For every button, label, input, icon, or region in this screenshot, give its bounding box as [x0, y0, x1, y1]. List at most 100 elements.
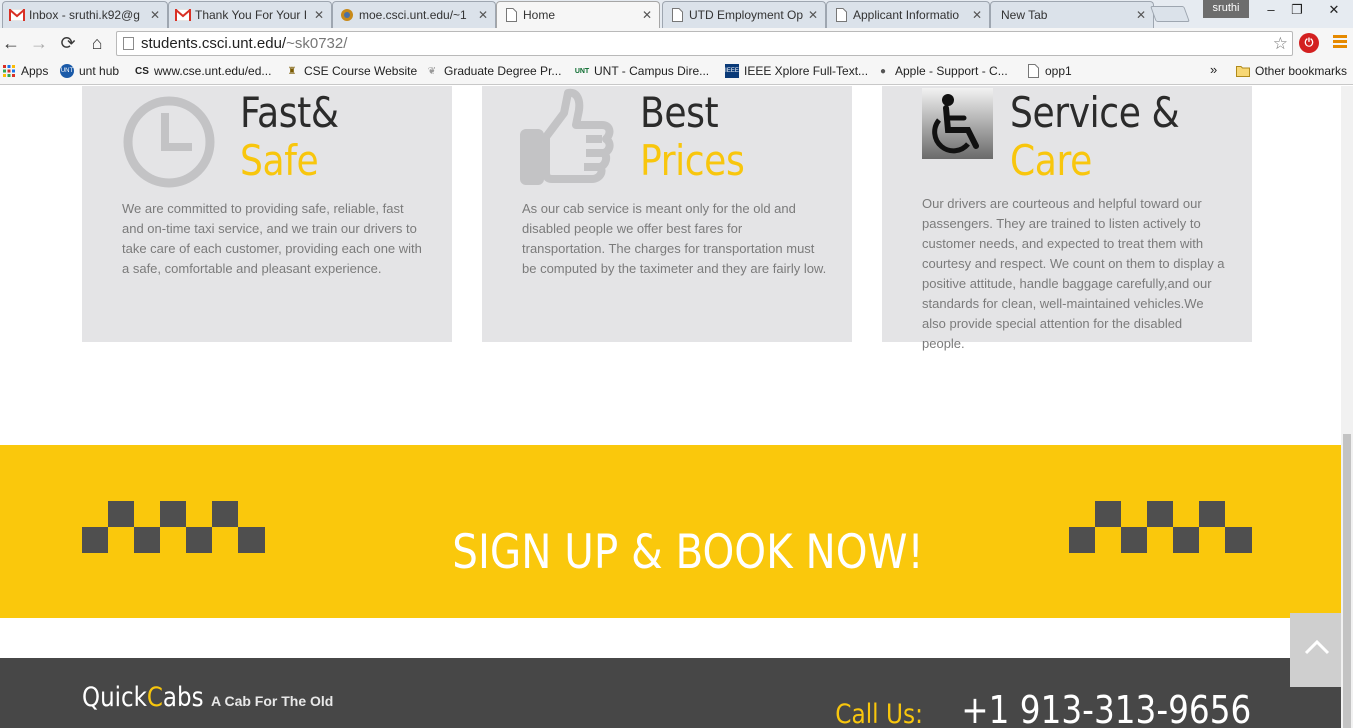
checkered-flag-icon [1069, 501, 1252, 558]
tab-title: New Tab [1001, 8, 1048, 22]
feature-heading: Service & [1010, 88, 1180, 137]
bookmark-label: Graduate Degree Pr... [444, 64, 562, 78]
thumbs-up-icon [520, 86, 616, 194]
page-icon [1026, 64, 1040, 78]
phone-number[interactable]: +1 913-313-9656 [961, 688, 1251, 728]
feature-heading-accent: Safe [240, 136, 319, 185]
apps-icon [2, 64, 16, 78]
feature-heading: Fast& [240, 88, 339, 137]
feature-description: As our cab service is meant only for the… [522, 201, 827, 276]
tab-utd[interactable]: UTD Employment Op ✕ [662, 1, 826, 28]
tab-title: moe.csci.unt.edu/~1 [359, 8, 467, 22]
bookmark-label: unt hub [79, 64, 120, 78]
close-icon[interactable]: ✕ [477, 8, 489, 22]
gmail-icon [9, 7, 25, 23]
bookmark-star-icon[interactable]: ☆ [1273, 32, 1288, 55]
page-icon [833, 7, 849, 23]
feature-card-service-care: Service & Care Our drivers are courteous… [882, 86, 1252, 351]
menu-icon[interactable] [1333, 35, 1347, 49]
course-icon: ♜ [287, 65, 297, 77]
tab-title: Inbox - sruthi.k92@g [29, 8, 140, 22]
bookmark-unt-campus[interactable]: UNT UNT - Campus Dire... [575, 63, 709, 79]
bookmark-label: opp1 [1045, 64, 1072, 78]
minimize-icon[interactable]: – [1258, 0, 1284, 20]
tab-strip: Inbox - sruthi.k92@g ✕ Thank You For You… [0, 0, 1353, 28]
brand-logo[interactable]: QuickCabs A Cab For The Old [82, 682, 333, 713]
feature-heading: Best [640, 88, 719, 137]
unt-icon: UNT [60, 64, 74, 78]
vertical-scrollbar[interactable] [1341, 86, 1353, 728]
restore-icon[interactable]: ❐ [1284, 0, 1310, 20]
tab-new[interactable]: New Tab ✕ [990, 1, 1154, 28]
feature-card-fast-safe: Fast& Safe We are committed to providing… [82, 86, 452, 342]
bookmark-other[interactable]: Other bookmarks [1236, 63, 1347, 79]
shield-icon [339, 7, 355, 23]
url-path: ~sk0732/ [286, 35, 348, 52]
close-icon[interactable]: ✕ [641, 8, 653, 22]
page-icon [669, 7, 685, 23]
tab-thank-you[interactable]: Thank You For Your I ✕ [168, 1, 332, 28]
feature-heading-accent: Care [1010, 136, 1092, 185]
tab-applicant[interactable]: Applicant Informatio ✕ [826, 1, 990, 28]
tab-title: Home [523, 8, 556, 22]
bookmark-label: UNT - Campus Dire... [594, 64, 710, 78]
brand-part: Quick [82, 682, 147, 713]
clock-icon [122, 95, 216, 194]
bookmark-label: Apple - Support - C... [895, 64, 1008, 78]
url-host: students.csci.unt.edu/ [141, 35, 287, 52]
ieee-icon: IEEE [725, 64, 739, 78]
close-icon[interactable]: ✕ [313, 8, 325, 22]
brand-part: abs [162, 682, 204, 713]
address-bar[interactable]: students.csci.unt.edu/~sk0732/ ☆ [116, 31, 1293, 56]
scrollbar-thumb[interactable] [1343, 434, 1351, 728]
bookmark-graduate[interactable]: ❦ Graduate Degree Pr... [425, 63, 562, 79]
bookmark-label: CSE Course Website [304, 64, 418, 78]
more-bookmarks-icon[interactable]: » [1210, 62, 1217, 77]
bookmark-label: IEEE Xplore Full-Text... [744, 64, 869, 78]
apple-icon: ● [879, 65, 887, 77]
bookmark-unt-hub[interactable]: UNT unt hub [60, 63, 119, 79]
unt-logo-icon: UNT [574, 67, 590, 75]
bookmark-cse[interactable]: CS www.cse.unt.edu/ed... [135, 63, 271, 79]
browser-toolbar: ← → ⟳ ⌂ students.csci.unt.edu/~sk0732/ ☆… [0, 28, 1353, 58]
back-icon[interactable]: ← [0, 32, 22, 54]
tab-title: Applicant Informatio [853, 8, 960, 22]
gmail-icon [175, 7, 191, 23]
forward-icon[interactable]: → [28, 32, 50, 54]
tab-inbox[interactable]: Inbox - sruthi.k92@g ✕ [2, 1, 168, 28]
bookmark-apps[interactable]: Apps [2, 63, 48, 79]
close-icon[interactable]: ✕ [807, 8, 819, 22]
page-icon [503, 7, 519, 23]
bookmark-ieee[interactable]: IEEE IEEE Xplore Full-Text... [725, 63, 868, 79]
adblock-icon[interactable]: ⏻ [1299, 33, 1319, 53]
bookmark-label: www.cse.unt.edu/ed... [154, 64, 272, 78]
close-window-icon[interactable]: ✕ [1316, 0, 1352, 20]
call-us: Call Us: +1 913-313-9656 [821, 688, 1251, 728]
bird-icon: ❦ [427, 65, 437, 77]
bookmarks-bar: Apps UNT unt hub CS www.cse.unt.edu/ed..… [0, 58, 1353, 85]
profile-badge[interactable]: sruthi [1203, 0, 1249, 18]
close-icon[interactable]: ✕ [971, 8, 983, 22]
bookmark-cse-course[interactable]: ♜ CSE Course Website [285, 63, 418, 79]
bookmark-opp1[interactable]: opp1 [1026, 63, 1072, 79]
new-tab-button[interactable] [1150, 6, 1190, 22]
close-icon[interactable]: ✕ [1135, 8, 1147, 22]
close-icon[interactable]: ✕ [149, 8, 161, 22]
bookmark-label: Apps [21, 64, 49, 78]
folder-icon [1236, 64, 1250, 78]
signup-banner[interactable]: SIGN UP & BOOK NOW! [0, 445, 1341, 618]
brand-tagline: A Cab For The Old [210, 693, 334, 709]
home-icon[interactable]: ⌂ [86, 32, 108, 54]
site-footer: QuickCabs A Cab For The Old Call Us: +1 9… [0, 658, 1341, 728]
call-label: Call Us: [834, 699, 923, 728]
feature-description: We are committed to providing safe, reli… [122, 201, 422, 276]
back-to-top-button[interactable] [1290, 613, 1341, 687]
bookmark-apple[interactable]: ● Apple - Support - C... [876, 63, 1008, 79]
reload-icon[interactable]: ⟳ [57, 32, 79, 54]
page-icon [123, 37, 134, 50]
brand-part-accent: C [146, 682, 163, 713]
feature-card-best-prices: Best Prices As our cab service is meant … [482, 86, 852, 342]
page-viewport: Fast& Safe We are committed to providing… [0, 86, 1341, 728]
tab-home[interactable]: Home ✕ [496, 1, 660, 28]
tab-moe[interactable]: moe.csci.unt.edu/~1 ✕ [332, 1, 496, 28]
